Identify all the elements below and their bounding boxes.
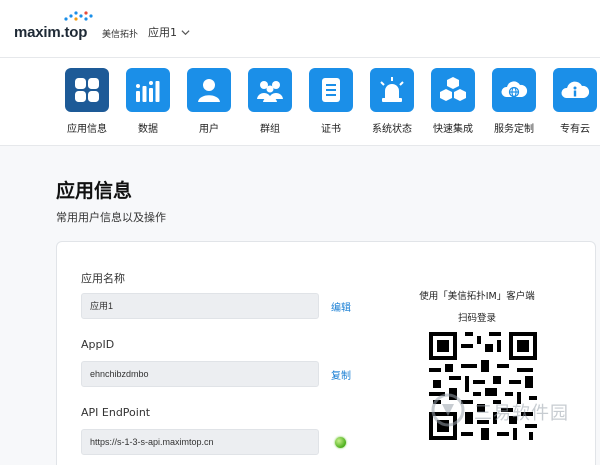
copy-button[interactable]: 复制 (331, 367, 351, 382)
app-selector[interactable]: 应用1 (148, 24, 190, 40)
nav-tile (553, 68, 597, 112)
nav-tile (370, 68, 414, 112)
app-selector-label: 应用1 (148, 26, 177, 39)
chevron-down-icon (181, 29, 190, 35)
user-icon (198, 79, 220, 102)
nav-label: 群组 (260, 124, 280, 135)
nav-tile (431, 68, 475, 112)
nav-item-certificates[interactable]: 证书 (300, 68, 362, 135)
nav-label: 快速集成 (433, 124, 473, 135)
nav-item-service-custom[interactable]: 服务定制 (483, 68, 545, 135)
logo-dots-icon (64, 11, 93, 21)
nav-item-system-status[interactable]: 系统状态 (361, 68, 423, 135)
nav-label: 应用信息 (67, 124, 107, 135)
app-name-field[interactable]: 应用1 (81, 293, 319, 319)
qr-caption: 使用「美信拓扑IM」客户端 (419, 291, 535, 302)
nav-tile (492, 68, 536, 112)
login-qr-code (425, 328, 541, 444)
nav-item-groups[interactable]: 群组 (239, 68, 301, 135)
endpoint-label: API EndPoint (81, 406, 151, 419)
group-icon (257, 81, 283, 102)
nav-item-quick-integration[interactable]: 快速集成 (422, 68, 484, 135)
certificate-icon (322, 78, 340, 102)
nav-label: 用户 (199, 124, 219, 135)
appid-label: AppID (81, 338, 115, 351)
qr-caption-sub: 扫码登录 (457, 313, 496, 324)
cloud-info-icon (561, 81, 590, 98)
status-ok-dot (335, 437, 346, 448)
nav-item-data[interactable]: 数据 (117, 68, 179, 135)
top-header: maxim.top 美信拓扑 应用1 (0, 0, 600, 58)
feature-nav: 应用信息 数据 用户 群组 证书 系统状态 快速集成 服务定制 专有云 (0, 58, 600, 146)
nav-tile (65, 68, 109, 112)
app-name-label: 应用名称 (81, 272, 125, 285)
nav-item-private-cloud[interactable]: 专有云 (544, 68, 600, 135)
logo-subtitle: 美信拓扑 (102, 30, 139, 40)
cubes-icon (440, 77, 466, 101)
logo-text: maxim.top (14, 24, 88, 41)
app-grid-icon (75, 78, 99, 102)
nav-label: 专有云 (560, 124, 590, 135)
edit-button[interactable]: 编辑 (331, 299, 351, 314)
nav-label: 系统状态 (372, 124, 412, 135)
nav-label: 证书 (321, 124, 341, 135)
nav-tile (187, 68, 231, 112)
cloud-globe-icon (501, 81, 528, 98)
brand-logo[interactable]: maxim.top 美信拓扑 (14, 10, 138, 46)
nav-label: 数据 (138, 124, 158, 135)
nav-tile (126, 68, 170, 112)
page-subtitle: 常用用户信息以及操作 (56, 211, 166, 224)
endpoint-field[interactable]: https://s-1-3-s-api.maximtop.cn (81, 429, 319, 455)
page-title: 应用信息 (56, 180, 133, 202)
bar-chart-icon (136, 81, 160, 102)
alarm-light-icon (380, 77, 404, 102)
nav-label: 服务定制 (494, 124, 534, 135)
nav-tile (309, 68, 353, 112)
nav-item-app-info[interactable]: 应用信息 (56, 68, 118, 135)
nav-tile (248, 68, 292, 112)
nav-item-users[interactable]: 用户 (178, 68, 240, 135)
appid-field[interactable]: ehnchibzdmbo (81, 361, 319, 387)
app-info-card: 应用名称 应用1 编辑 AppID ehnchibzdmbo 复制 API En… (56, 241, 596, 465)
main-content: 应用信息 常用用户信息以及操作 应用名称 应用1 编辑 AppID ehnchi… (0, 146, 600, 465)
